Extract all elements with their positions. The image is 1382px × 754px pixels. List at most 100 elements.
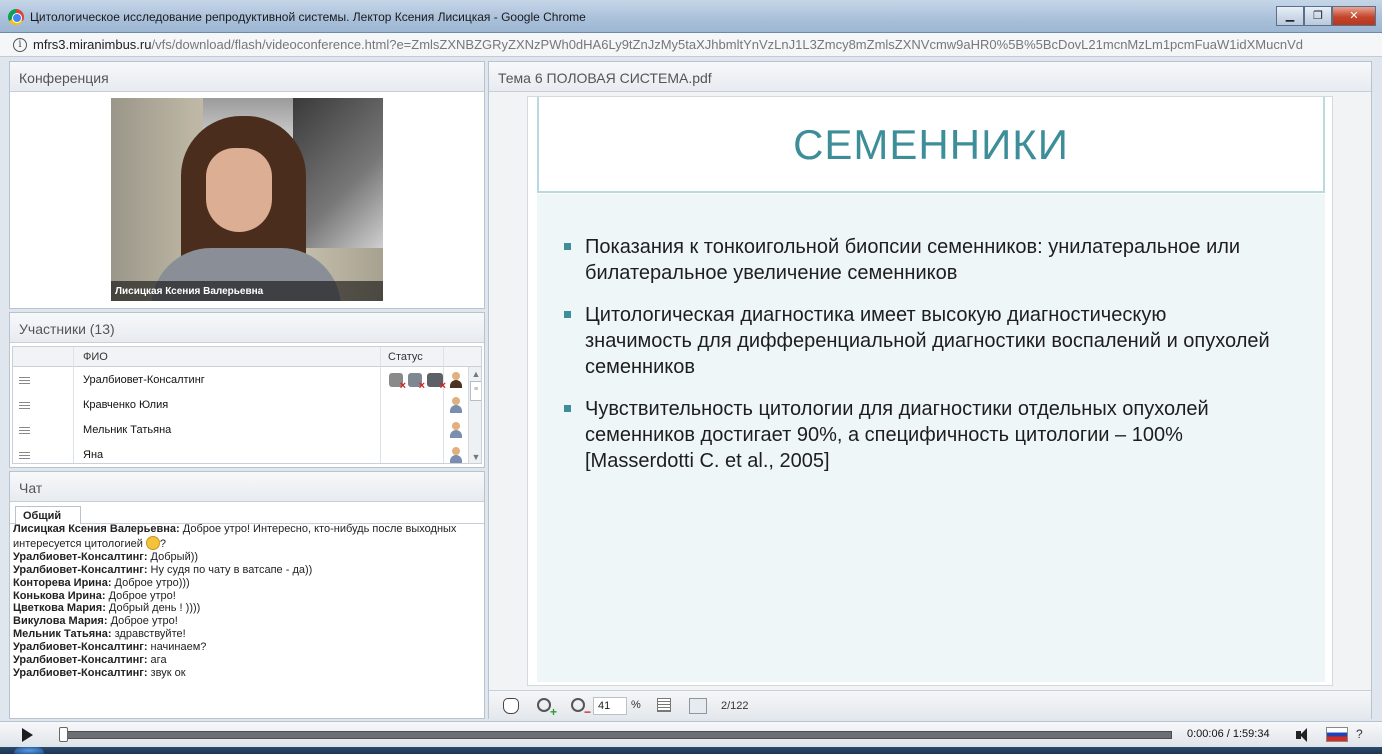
scrollbar-thumb[interactable]: ≡ [470, 381, 481, 401]
participants-scrollbar[interactable]: ▲ ≡ ▼ [468, 367, 481, 463]
column-status-header[interactable]: Статус [388, 351, 423, 363]
chat-message: Цветкова Мария: Добрый день ! )))) [13, 602, 479, 615]
slide-title-box: СЕМЕННИКИ [537, 97, 1325, 193]
chat-text: звук ок [147, 666, 186, 679]
chat-author: Уралбиовет-Консалтинг: [13, 666, 148, 679]
os-taskbar [0, 747, 1382, 754]
window-controls: ▁ ❐ ✕ [1276, 6, 1376, 26]
player-bar: 0:00:06 / 1:59:34 ? [0, 721, 1382, 747]
address-bar[interactable]: i mfrs3.miranimbus.ru/vfs/download/flash… [0, 33, 1382, 57]
chat-message: Уралбиовет-Консалтинг: Ну судя по чату в… [13, 564, 479, 577]
tab-general[interactable]: Общий [15, 506, 81, 524]
drag-handle-icon[interactable] [19, 427, 30, 434]
lecturer-video[interactable]: Лисицкая Ксения Валерьевна [111, 98, 383, 301]
participant-name: Кравченко Юлия [83, 399, 169, 411]
help-button[interactable]: ? [1356, 727, 1363, 741]
participant-name: Яна [83, 449, 104, 461]
participants-table: ФИО Статус Уралбиовет-Консалтинг Кравчен… [12, 346, 482, 464]
chat-panel: Чат Общий Лисицкая Ксения Валерьевна: До… [9, 471, 485, 719]
smile-icon [145, 535, 160, 550]
close-button[interactable]: ✕ [1332, 6, 1376, 26]
table-row[interactable]: Яна [13, 443, 468, 463]
chat-message: Уралбиовет-Консалтинг: Добрый)) [13, 551, 479, 564]
conference-header: Конференция [10, 62, 484, 92]
start-orb-icon[interactable] [14, 747, 44, 754]
conference-panel: Конференция Лисицкая Ксения Валерьевна [9, 61, 485, 309]
fit-width-icon[interactable] [689, 698, 707, 714]
scroll-up-icon[interactable]: ▲ [470, 368, 481, 380]
user-icon [449, 372, 463, 388]
chat-author: Уралбиовет-Консалтинг: [13, 550, 148, 563]
participants-panel: Участники (13) ФИО Статус Уралбиовет-Кон… [9, 312, 485, 468]
page-indicator: 2/122 [721, 700, 749, 712]
drag-handle-icon[interactable] [19, 402, 30, 409]
chat-message: Уралбиовет-Консалтинг: звук ок [13, 667, 479, 680]
progress-track[interactable] [60, 731, 1172, 739]
slide-body: Показания к тонкоигольной биопсии семенн… [537, 194, 1325, 682]
pdf-page[interactable]: СЕМЕННИКИ Показания к тонкоигольной биоп… [527, 96, 1333, 686]
table-row[interactable]: Мельник Татьяна [13, 418, 468, 443]
chat-message: Викулова Мария: Доброе утро! [13, 615, 479, 628]
chat-text: Доброе утро))) [111, 576, 190, 589]
slide-bullet: Чувствительность цитологии для диагности… [564, 396, 1275, 474]
chat-message: Конторева Ирина: Доброе утро))) [13, 577, 479, 590]
table-row[interactable]: Кравченко Юлия [13, 393, 468, 418]
zoom-out-icon[interactable] [571, 698, 591, 719]
chat-header: Чат [10, 472, 484, 502]
zoom-in-icon[interactable] [537, 698, 557, 719]
chat-author: Уралбиовет-Консалтинг: [13, 641, 148, 654]
playback-time: 0:00:06 / 1:59:34 [1187, 728, 1270, 740]
chat-author: Цветкова Мария: [13, 602, 106, 615]
user-icon [449, 422, 463, 438]
zoom-input[interactable]: 41 [593, 697, 627, 715]
screen-off-icon[interactable] [427, 373, 446, 392]
volume-icon[interactable] [1296, 728, 1314, 742]
chat-text: Доброе утро! [107, 615, 178, 628]
url-text[interactable]: mfrs3.miranimbus.ru/vfs/download/flash/v… [33, 37, 1373, 52]
user-icon [449, 447, 463, 463]
video-caption: Лисицкая Ксения Валерьевна [111, 281, 383, 301]
microphone-off-icon[interactable] [408, 373, 425, 392]
participant-name: Уралбиовет-Консалтинг [83, 374, 205, 386]
chat-message: Мельник Татьяна: здравствуйте! [13, 628, 479, 641]
window-titlebar: Цитологическое исследование репродуктивн… [0, 0, 1382, 33]
chat-author: Уралбиовет-Консалтинг: [13, 563, 148, 576]
chat-text: Добрый день ! )))) [105, 602, 201, 615]
table-row[interactable]: Уралбиовет-Консалтинг [13, 368, 468, 393]
info-icon[interactable]: i [13, 38, 27, 52]
pdf-header: Тема 6 ПОЛОВАЯ СИСТЕМА.pdf [489, 62, 1371, 92]
chat-message: Лисицкая Ксения Валерьевна: Доброе утро!… [13, 523, 479, 551]
chat-text: Добрый)) [147, 550, 199, 563]
scroll-down-icon[interactable]: ▼ [470, 451, 481, 463]
minimize-button[interactable]: ▁ [1276, 6, 1304, 26]
chat-text: начинаем? [147, 641, 207, 654]
restore-button[interactable]: ❐ [1304, 6, 1332, 26]
video-background-poster-2 [293, 98, 383, 248]
pdf-panel: Тема 6 ПОЛОВАЯ СИСТЕМА.pdf СЕМЕННИКИ Пок… [488, 61, 1372, 719]
chat-text: ага [147, 654, 167, 667]
chat-author: Викулова Мария: [13, 615, 108, 628]
chat-message: Конькова Ирина: Доброе утро! [13, 590, 479, 603]
chat-author: Конторева Ирина: [13, 576, 112, 589]
fit-page-icon[interactable] [657, 698, 671, 712]
chat-messages[interactable]: Лисицкая Ксения Валерьевна: Доброе утро!… [13, 523, 479, 715]
drag-handle-icon[interactable] [19, 452, 30, 459]
chat-message: Уралбиовет-Консалтинг: начинаем? [13, 641, 479, 654]
chat-text-tail: ? [159, 537, 167, 550]
lecturer-face [206, 148, 272, 232]
play-icon[interactable] [22, 728, 33, 742]
camera-off-icon[interactable] [389, 373, 406, 392]
column-name-header[interactable]: ФИО [83, 351, 108, 363]
chat-author: Уралбиовет-Консалтинг: [13, 654, 148, 667]
participant-name: Мельник Татьяна [83, 424, 172, 436]
hand-tool-icon[interactable] [503, 698, 519, 714]
progress-thumb[interactable] [58, 727, 68, 742]
chat-text: здравствуйте! [111, 628, 186, 641]
drag-handle-icon[interactable] [19, 377, 30, 384]
russian-flag-icon[interactable] [1326, 727, 1348, 742]
chat-author: Мельник Татьяна: [13, 628, 112, 641]
slide-bullet: Цитологическая диагностика имеет высокую… [564, 302, 1275, 380]
chat-message: Уралбиовет-Консалтинг: ага [13, 654, 479, 667]
slide-bullet: Показания к тонкоигольной биопсии семенн… [564, 234, 1275, 286]
zoom-unit: % [631, 699, 641, 711]
